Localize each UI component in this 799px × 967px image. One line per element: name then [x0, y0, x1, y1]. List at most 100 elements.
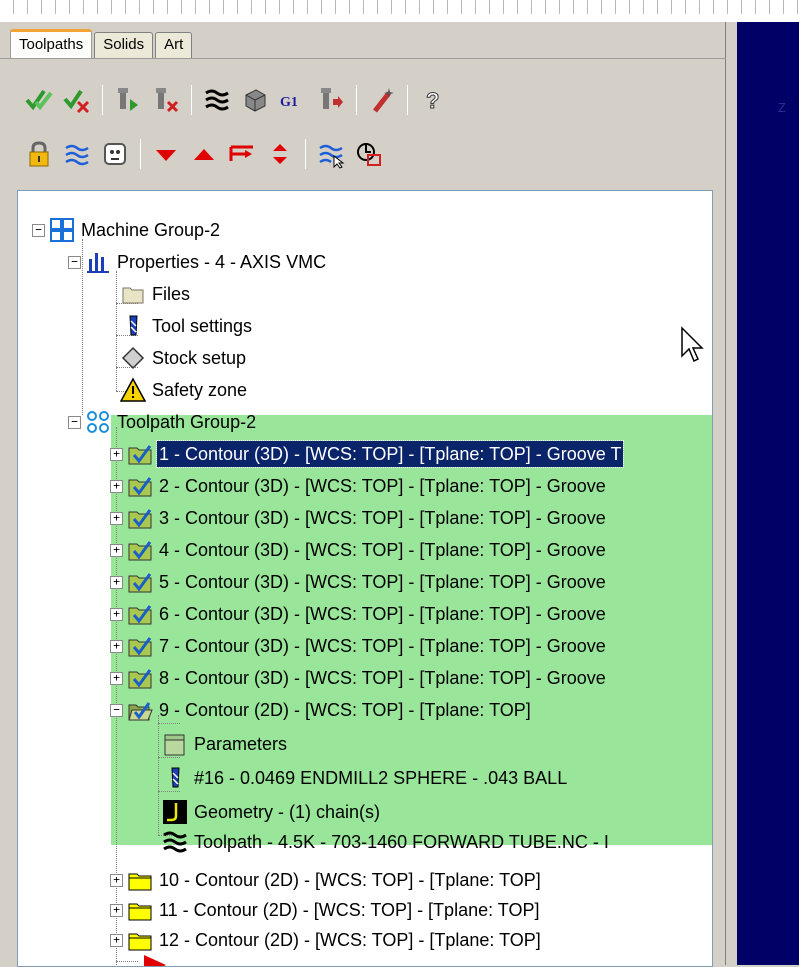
tree-op-9[interactable]: − 9 - Contour (2D) - [WCS: TOP] - [Tplan…	[110, 695, 533, 725]
hide-icon[interactable]	[98, 137, 132, 171]
expand-toggle[interactable]: +	[110, 671, 123, 685]
toolpath-group-icon	[85, 409, 111, 435]
tree-label: Toolpath Group-2	[117, 412, 257, 432]
tree-label: 5 - Contour (3D) - [WCS: TOP] - [Tplane:…	[159, 572, 606, 592]
expand-toggle[interactable]: +	[110, 933, 123, 947]
collapse-toggle[interactable]: −	[68, 255, 81, 269]
lock-icon[interactable]	[22, 137, 56, 171]
tab-toolpaths[interactable]: Toolpaths	[10, 29, 93, 59]
tree-label: 8 - Contour (3D) - [WCS: TOP] - [Tplane:…	[159, 668, 606, 688]
collapse-toggle[interactable]: −	[68, 415, 81, 429]
collapse-toggle[interactable]: −	[32, 223, 45, 237]
stock-setup-icon	[120, 345, 146, 371]
warning-icon	[120, 377, 146, 403]
tree-safety-zone[interactable]: Safety zone	[116, 375, 249, 405]
magic-wand-icon[interactable]	[365, 83, 399, 117]
expand-toggle[interactable]: +	[110, 873, 123, 887]
tree-op9-tool[interactable]: #16 - 0.0469 ENDMILL2 SPHERE - .043 BALL	[158, 763, 569, 793]
tree-label: 7 - Contour (3D) - [WCS: TOP] - [Tplane:…	[159, 636, 606, 656]
select-dirty-ops-icon[interactable]	[60, 83, 94, 117]
help-icon[interactable]: ?	[416, 83, 450, 117]
graphics-viewport[interactable]	[737, 22, 799, 965]
post-g1-icon[interactable]: G1	[276, 83, 310, 117]
tree-op-11[interactable]: + 11 - Contour (2D) - [WCS: TOP] - [Tpla…	[110, 895, 541, 925]
tool-settings-icon	[120, 313, 146, 339]
move-up-icon[interactable]	[187, 137, 221, 171]
select-all-ops-icon[interactable]	[22, 83, 56, 117]
svg-text:G1: G1	[280, 95, 298, 110]
folder-check-icon	[127, 473, 153, 499]
backplot-icon[interactable]	[200, 83, 234, 117]
operations-manager-panel: Toolpaths Solids Art G1 ? − Machine Grou…	[0, 22, 726, 967]
tree-label: 1 - Contour (3D) - [WCS: TOP] - [Tplane:…	[155, 440, 625, 468]
expand-toggle[interactable]: +	[110, 447, 123, 461]
toolbar-row-1: G1 ?	[22, 80, 454, 120]
folder-icon	[127, 867, 153, 893]
post-selected-icon[interactable]	[314, 83, 348, 117]
folder-check-icon	[127, 441, 153, 467]
tree-op-1[interactable]: +1 - Contour (3D) - [WCS: TOP] - [Tplane…	[110, 439, 625, 469]
collapse-toggle[interactable]: −	[110, 703, 123, 717]
expand-toggle[interactable]: +	[110, 903, 123, 917]
toolpath-toggle-icon[interactable]	[60, 137, 94, 171]
machine-group-icon	[49, 217, 75, 243]
tree-op9-geometry[interactable]: Geometry - (1) chain(s)	[158, 797, 382, 827]
expand-toggle[interactable]: +	[110, 511, 123, 525]
svg-text:?: ?	[426, 88, 439, 113]
tree-op-5[interactable]: +5 - Contour (3D) - [WCS: TOP] - [Tplane…	[110, 567, 608, 597]
tree-properties[interactable]: − Properties - 4 - AXIS VMC	[68, 247, 328, 277]
tree-op9-parameters[interactable]: Parameters	[158, 729, 289, 759]
move-down-icon[interactable]	[149, 137, 183, 171]
toolbar-row-2	[22, 134, 390, 174]
expand-toggle[interactable]: +	[110, 607, 123, 621]
tree-op-10[interactable]: + 10 - Contour (2D) - [WCS: TOP] - [Tpla…	[110, 865, 543, 895]
tree-tool-settings[interactable]: Tool settings	[116, 311, 254, 341]
folder-check-icon	[127, 633, 153, 659]
expand-collapse-icon[interactable]	[263, 137, 297, 171]
tree-op9-toolpath[interactable]: Toolpath - 4.5K - 703-1460 FORWARD TUBE.…	[158, 827, 611, 857]
tree-label: Machine Group-2	[81, 220, 221, 240]
folder-check-icon	[127, 569, 153, 595]
geometry-icon	[162, 799, 188, 825]
tree-toolpath-group[interactable]: − Toolpath Group-2	[68, 407, 258, 437]
tree-files[interactable]: Files	[116, 279, 192, 309]
tree-op-6[interactable]: +6 - Contour (3D) - [WCS: TOP] - [Tplane…	[110, 599, 608, 629]
highlight-icon[interactable]	[314, 137, 348, 171]
tab-solids[interactable]: Solids	[94, 32, 154, 58]
tree-op-12[interactable]: + 12 - Contour (2D) - [WCS: TOP] - [Tpla…	[110, 925, 543, 955]
folder-icon	[162, 731, 188, 757]
tab-art[interactable]: Art	[155, 32, 193, 58]
tree-label: Properties - 4 - AXIS VMC	[117, 252, 327, 272]
folder-icon	[127, 927, 153, 953]
tree-label: 9 - Contour (2D) - [WCS: TOP] - [Tplane:…	[159, 700, 531, 720]
tree-label: 3 - Contour (3D) - [WCS: TOP] - [Tplane:…	[159, 508, 606, 528]
display-stock-icon[interactable]	[352, 137, 386, 171]
expand-toggle[interactable]: +	[110, 575, 123, 589]
tree-label: 6 - Contour (3D) - [WCS: TOP] - [Tplane:…	[159, 604, 606, 624]
viewport-axis-label: Z	[778, 100, 786, 115]
expand-toggle[interactable]: +	[110, 479, 123, 493]
folder-icon	[120, 281, 146, 307]
verify-icon[interactable]	[238, 83, 272, 117]
folder-check-icon	[127, 505, 153, 531]
properties-icon	[85, 249, 111, 275]
tree-op-8[interactable]: +8 - Contour (3D) - [WCS: TOP] - [Tplane…	[110, 663, 608, 693]
expand-toggle[interactable]: +	[110, 543, 123, 557]
folder-check-icon	[127, 537, 153, 563]
toggle-tool-display-icon[interactable]	[111, 83, 145, 117]
mouse-cursor-icon	[681, 326, 704, 363]
open-folder-check-icon	[127, 697, 153, 723]
tree-op-2[interactable]: +2 - Contour (3D) - [WCS: TOP] - [Tplane…	[110, 471, 608, 501]
tree-machine-group[interactable]: − Machine Group-2	[32, 215, 222, 245]
tool-icon	[162, 765, 188, 791]
toggle-tool-off-icon[interactable]	[149, 83, 183, 117]
tree-stock-setup[interactable]: Stock setup	[116, 343, 248, 373]
folder-icon	[127, 897, 153, 923]
move-insert-icon[interactable]	[225, 137, 259, 171]
tree-op-4[interactable]: +4 - Contour (3D) - [WCS: TOP] - [Tplane…	[110, 535, 608, 565]
tree-op-3[interactable]: +3 - Contour (3D) - [WCS: TOP] - [Tplane…	[110, 503, 608, 533]
expand-toggle[interactable]: +	[110, 639, 123, 653]
top-ruler	[0, 0, 799, 22]
tree-op-7[interactable]: +7 - Contour (3D) - [WCS: TOP] - [Tplane…	[110, 631, 608, 661]
tree-label: 2 - Contour (3D) - [WCS: TOP] - [Tplane:…	[159, 476, 606, 496]
